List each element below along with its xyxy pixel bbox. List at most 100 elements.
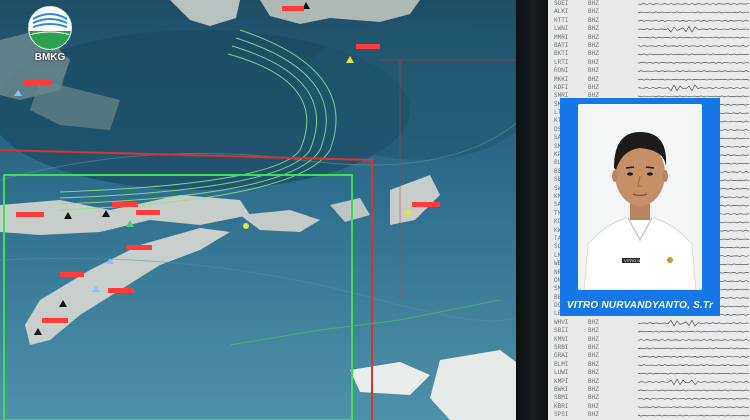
station-channel: BHZ <box>588 83 599 91</box>
seismic-trace <box>637 389 750 392</box>
presenter-name: VITRO NURVANDYANTO, S.Tr <box>566 300 714 311</box>
seismic-trace <box>637 364 750 367</box>
seismic-trace <box>637 36 750 39</box>
station-code: KBRI <box>554 402 569 410</box>
station-channel: BHZ <box>588 50 599 58</box>
station-code: KMPI <box>554 377 569 385</box>
station-row: MKKI BHZ <box>554 76 636 84</box>
station-channel: BHZ <box>588 33 599 41</box>
station-channel: BHZ <box>588 318 599 326</box>
station-row: KDFI BHZ <box>554 84 636 92</box>
station-code: ALKI <box>554 8 569 16</box>
station-row: LUWI BHZ <box>554 369 636 377</box>
station-channel: BHZ <box>588 327 599 335</box>
station-channel: BHZ <box>588 352 599 360</box>
station-row: LRTI BHZ <box>554 59 636 67</box>
station-code: SPSI <box>554 411 569 419</box>
station-code: RONI <box>554 67 569 75</box>
seismic-trace <box>637 25 750 33</box>
seismic-trace <box>637 84 750 92</box>
station-channel: BHZ <box>588 41 599 49</box>
station-row: SRBI BHZ <box>554 344 636 352</box>
seismic-trace <box>637 319 750 327</box>
station-channel: BHZ <box>588 385 599 393</box>
station-channel: BHZ <box>588 335 599 343</box>
station-channel: BHZ <box>588 369 599 377</box>
station-code: LUWI <box>554 369 569 377</box>
station-row: SOEI BHZ <box>554 0 636 8</box>
station-row: MMRI BHZ <box>554 34 636 42</box>
seismic-trace <box>637 378 750 386</box>
station-row: ALKI BHZ <box>554 8 636 16</box>
station-row: KMPI BHZ <box>554 378 636 386</box>
station-channel: BHZ <box>588 67 599 75</box>
station-code: SRBI <box>554 344 569 352</box>
seismic-trace <box>637 3 750 5</box>
presenter-card: VITRO N. VITRO NURVANDYANTO, S.Tr <box>560 98 720 316</box>
station-code: SOEI <box>554 0 569 7</box>
station-channel: BHZ <box>588 0 599 7</box>
seismic-trace <box>637 372 750 375</box>
station-code: MKKI <box>554 75 569 83</box>
station-code: WHVI <box>554 318 569 326</box>
station-code: SBII <box>554 327 569 335</box>
seismic-trace <box>637 347 750 350</box>
logo-text: BMKG <box>34 52 66 63</box>
station-channel: BHZ <box>588 377 599 385</box>
station-channel: BHZ <box>588 75 599 83</box>
presenter-nametag: VITRO N. <box>624 258 642 263</box>
seismic-trace <box>637 397 750 400</box>
station-code: LRTI <box>554 58 569 66</box>
presenter-photo: VITRO N. <box>578 104 702 290</box>
station-channel: BHZ <box>588 25 599 33</box>
seismic-trace <box>637 44 750 47</box>
seismic-trace <box>637 414 750 417</box>
station-code: BWKI <box>554 385 569 393</box>
station-code: BATI <box>554 41 569 49</box>
station-row: RONI BHZ <box>554 67 636 75</box>
station-code: BKTI <box>554 50 569 58</box>
bmkg-logo: BMKG <box>22 6 78 66</box>
station-code: KMNI <box>554 335 569 343</box>
station-row: GRAI BHZ <box>554 352 636 360</box>
station-channel: BHZ <box>588 394 599 402</box>
station-row: BLMI BHZ <box>554 361 636 369</box>
station-row: LWNI BHZ <box>554 25 636 33</box>
seismic-trace <box>637 78 750 81</box>
station-code: MMRI <box>554 33 569 41</box>
station-row: SPSI BHZ <box>554 411 636 419</box>
station-row: KBRI BHZ <box>554 403 636 411</box>
station-row: SBII BHZ <box>554 327 636 335</box>
station-code: GRAI <box>554 352 569 360</box>
seismic-trace <box>637 406 750 409</box>
station-channel: BHZ <box>588 411 599 419</box>
station-row: BWKI BHZ <box>554 386 636 394</box>
station-code: LWNI <box>554 25 569 33</box>
station-channel: BHZ <box>588 344 599 352</box>
seismic-trace <box>637 330 750 333</box>
station-row: BATI BHZ <box>554 42 636 50</box>
earthquake-monitoring-map <box>0 0 520 420</box>
seismic-trace <box>637 70 750 73</box>
station-channel: BHZ <box>588 58 599 66</box>
monitor-bezel <box>516 0 550 420</box>
seismic-trace <box>637 53 750 56</box>
station-channel: BHZ <box>588 8 599 16</box>
seismic-trace <box>637 19 750 22</box>
station-code: KTTI <box>554 16 569 24</box>
station-code: SBMI <box>554 394 569 402</box>
seismic-trace <box>637 11 750 14</box>
station-code: KDFI <box>554 83 569 91</box>
seismic-trace <box>637 339 750 341</box>
station-row: BKTI BHZ <box>554 50 636 58</box>
station-channel: BHZ <box>588 16 599 24</box>
station-code: BLMI <box>554 360 569 368</box>
station-row: KMNI BHZ <box>554 336 636 344</box>
station-row: KTTI BHZ <box>554 17 636 25</box>
seismic-trace <box>637 95 750 98</box>
seismic-trace <box>637 61 750 64</box>
station-row: SBMI BHZ <box>554 394 636 402</box>
station-channel: BHZ <box>588 402 599 410</box>
station-row: WHVI BHZ <box>554 319 636 327</box>
seismic-trace <box>637 355 750 358</box>
